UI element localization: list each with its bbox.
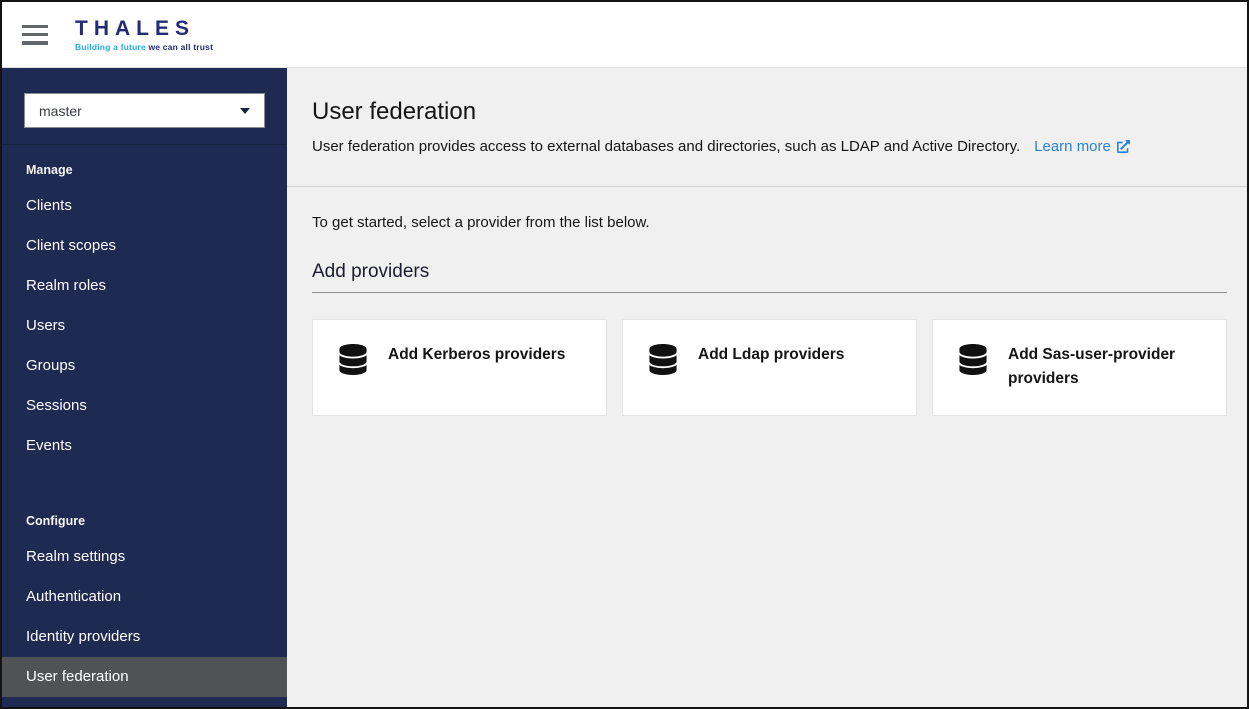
external-link-icon xyxy=(1117,140,1130,153)
page-description-text: User federation provides access to exter… xyxy=(312,138,1020,155)
provider-cards: Add Kerberos providers Add Ldap provider… xyxy=(312,319,1227,416)
provider-card-label: Add Ldap providers xyxy=(698,343,844,367)
sidebar-item-realm-roles[interactable]: Realm roles xyxy=(2,266,287,306)
sidebar-item-users[interactable]: Users xyxy=(2,306,287,346)
add-ldap-providers-card[interactable]: Add Ldap providers xyxy=(622,319,917,416)
hamburger-icon[interactable] xyxy=(22,25,48,45)
get-started-text: To get started, select a provider from t… xyxy=(312,214,1227,231)
add-sas-user-provider-providers-card[interactable]: Add Sas-user-provider providers xyxy=(932,319,1227,416)
content-section: To get started, select a provider from t… xyxy=(287,187,1247,416)
sidebar-item-authentication[interactable]: Authentication xyxy=(2,577,287,617)
page-header: User federation User federation provides… xyxy=(287,68,1247,186)
provider-card-label: Add Kerberos providers xyxy=(388,343,565,367)
sidebar-item-client-scopes[interactable]: Client scopes xyxy=(2,226,287,266)
provider-card-label: Add Sas-user-provider providers xyxy=(1008,343,1208,391)
sidebar-item-identity-providers[interactable]: Identity providers xyxy=(2,617,287,657)
database-icon xyxy=(959,344,987,375)
sidebar: master Manage Clients Client scopes Real… xyxy=(2,68,287,707)
nav-list-configure: Realm settings Authentication Identity p… xyxy=(2,537,287,697)
sidebar-item-sessions[interactable]: Sessions xyxy=(2,386,287,426)
nav-section-manage-label: Manage xyxy=(2,145,287,186)
brand-name: THALES xyxy=(75,18,213,39)
page-description: User federation provides access to exter… xyxy=(312,136,1227,158)
add-providers-heading: Add providers xyxy=(312,261,1227,293)
sidebar-item-clients[interactable]: Clients xyxy=(2,186,287,226)
sidebar-item-events[interactable]: Events xyxy=(2,426,287,466)
app-window: THALES Building a future we can all trus… xyxy=(0,0,1249,709)
database-icon xyxy=(339,344,367,375)
sidebar-item-user-federation[interactable]: User federation xyxy=(2,657,287,697)
database-icon xyxy=(649,344,677,375)
learn-more-link[interactable]: Learn more xyxy=(1034,136,1130,158)
learn-more-label: Learn more xyxy=(1034,136,1111,158)
main-content: User federation User federation provides… xyxy=(287,68,1247,707)
page-title: User federation xyxy=(312,98,1227,126)
thales-logo: THALES Building a future we can all trus… xyxy=(75,18,213,52)
sidebar-item-groups[interactable]: Groups xyxy=(2,346,287,386)
sidebar-item-realm-settings[interactable]: Realm settings xyxy=(2,537,287,577)
nav-list-manage: Clients Client scopes Realm roles Users … xyxy=(2,186,287,466)
nav-section-configure-label: Configure xyxy=(2,496,287,537)
realm-selector-value: master xyxy=(39,103,82,119)
top-bar: THALES Building a future we can all trus… xyxy=(2,2,1247,68)
caret-down-icon xyxy=(240,108,250,114)
add-kerberos-providers-card[interactable]: Add Kerberos providers xyxy=(312,319,607,416)
brand-tagline: Building a future we can all trust xyxy=(75,42,213,52)
realm-selector[interactable]: master xyxy=(24,93,265,128)
